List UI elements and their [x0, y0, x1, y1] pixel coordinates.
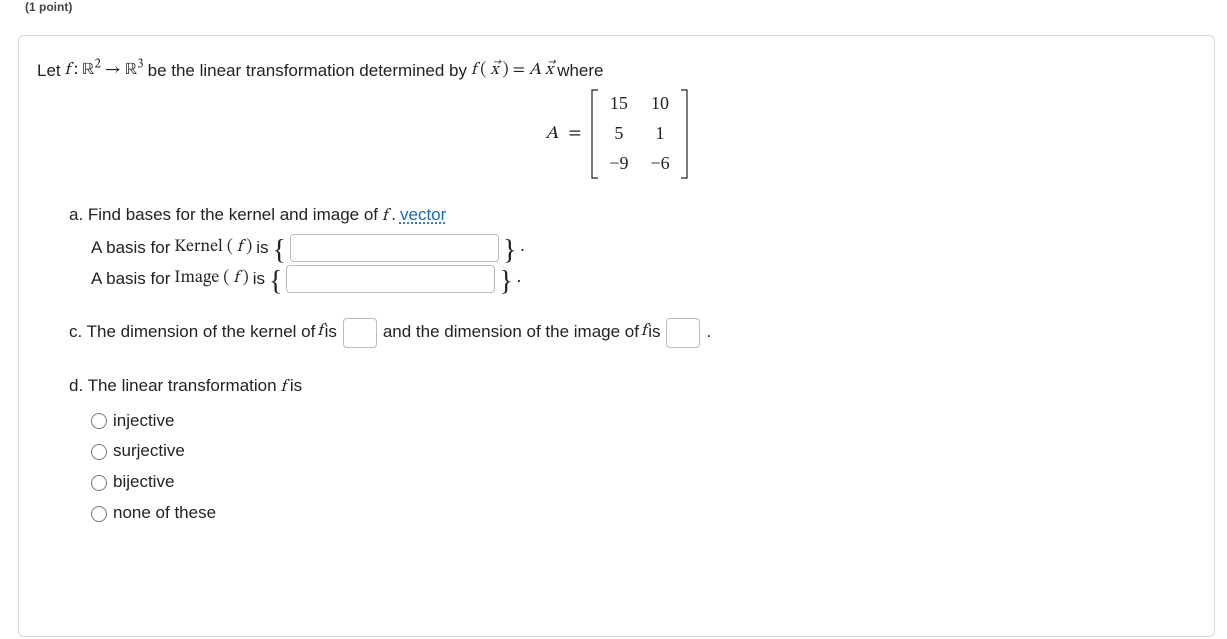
matrix-body: 15 10 5 1 −9 −6	[591, 89, 687, 179]
kernel-f: f	[237, 234, 242, 263]
radio-label-injective: injective	[113, 407, 174, 436]
matrix-eq: =	[568, 123, 581, 146]
matrix-cell-0-1: 10	[650, 93, 669, 115]
radio-row-bijective: bijective	[91, 468, 1196, 497]
matrix-cell-2-1: −6	[650, 153, 669, 175]
points-label: (1 point)	[25, 0, 72, 14]
image-open: (	[223, 265, 229, 294]
part-c-pre: c. The dimension of the kernel of	[69, 318, 315, 347]
vector-help-link[interactable]: vector	[400, 201, 446, 230]
kernel-dim-input[interactable]	[343, 318, 377, 348]
right-bracket-icon	[680, 89, 688, 179]
intro-fx-close: )	[502, 60, 508, 81]
intro-eq: =	[513, 60, 525, 81]
part-d-label: d. The linear transformation	[69, 372, 277, 401]
part-c-mid: is	[325, 318, 337, 347]
radio-row-surjective: surjective	[91, 437, 1196, 466]
image-basis-line: A basis for Image(f) is { }.	[91, 265, 1196, 294]
part-c-end: is	[648, 318, 660, 347]
matrix-display: A = 15 10 5 1 −9 −6	[37, 89, 1196, 179]
radio-label-none: none of these	[113, 499, 216, 528]
matrix-cell-0-0: 15	[609, 93, 628, 115]
radio-bijective[interactable]	[91, 475, 107, 491]
radio-none[interactable]	[91, 506, 107, 522]
part-c-f2: f	[641, 318, 646, 347]
problem-intro: Let f : ℝ2 → ℝ3 be the linear transforma…	[37, 60, 1196, 81]
matrix-A: A	[545, 123, 558, 146]
kernel-close: )	[246, 234, 252, 263]
image-close: )	[243, 265, 249, 294]
matrix-cell-2-0: −9	[609, 153, 628, 175]
radio-injective[interactable]	[91, 413, 107, 429]
part-d-f: f	[281, 374, 286, 403]
part-a-label: a. Find bases for the kernel and image o…	[69, 201, 378, 230]
part-c-f: f	[317, 318, 322, 347]
image-period: .	[517, 265, 521, 294]
problem-container: Let f : ℝ2 → ℝ3 be the linear transforma…	[18, 35, 1215, 637]
kernel-open: (	[227, 234, 233, 263]
kernel-pre: A basis for	[91, 234, 170, 263]
intro-mid: be the linear transformation determined …	[148, 61, 467, 81]
part-c-mid2: and the dimension of the image of	[383, 318, 639, 347]
radio-row-none: none of these	[91, 499, 1196, 528]
intro-prefix: Let	[37, 61, 61, 81]
intro-colon: :	[74, 60, 78, 81]
radio-label-bijective: bijective	[113, 468, 174, 497]
image-f: f	[233, 265, 238, 294]
intro-R-dom: ℝ2	[82, 60, 101, 81]
image-is: is	[253, 265, 265, 294]
kernel-is: is	[256, 234, 268, 263]
part-d-is: is	[290, 372, 302, 401]
part-c: c. The dimension of the kernel of f is a…	[69, 318, 1196, 348]
intro-xvec: x⃗	[545, 60, 553, 81]
intro-fx-f: f	[471, 60, 476, 81]
intro-R-codom: ℝ3	[125, 60, 144, 81]
part-d: d. The linear transformation f is inject…	[69, 372, 1196, 528]
kernel-period: .	[520, 234, 524, 263]
kernel-basis-line: A basis for Kernel(f) is { }.	[91, 234, 1196, 263]
intro-fx-x: x⃗	[490, 60, 498, 81]
image-pre: A basis for	[91, 265, 170, 294]
part-c-period: .	[706, 318, 711, 347]
matrix-cell-1-0: 5	[609, 123, 628, 145]
radio-surjective[interactable]	[91, 444, 107, 460]
image-basis-input[interactable]	[286, 265, 495, 293]
intro-A: A	[529, 60, 541, 81]
intro-f: f	[65, 60, 70, 81]
intro-arrow: →	[105, 60, 121, 81]
intro-fx-open: (	[480, 60, 486, 81]
matrix-cell-1-1: 1	[650, 123, 669, 145]
left-bracket-icon	[591, 89, 599, 179]
part-a-period: .	[391, 201, 396, 230]
image-fn: Image	[174, 265, 219, 294]
intro-suffix: where	[557, 61, 603, 81]
radio-group: injective surjective bijective none of t…	[91, 407, 1196, 529]
part-a-f: f	[382, 203, 387, 232]
image-dim-input[interactable]	[666, 318, 700, 348]
radio-label-surjective: surjective	[113, 437, 185, 466]
kernel-fn: Kernel	[174, 234, 222, 263]
radio-row-injective: injective	[91, 407, 1196, 436]
kernel-basis-input[interactable]	[290, 234, 499, 262]
part-a: a. Find bases for the kernel and image o…	[69, 201, 1196, 294]
